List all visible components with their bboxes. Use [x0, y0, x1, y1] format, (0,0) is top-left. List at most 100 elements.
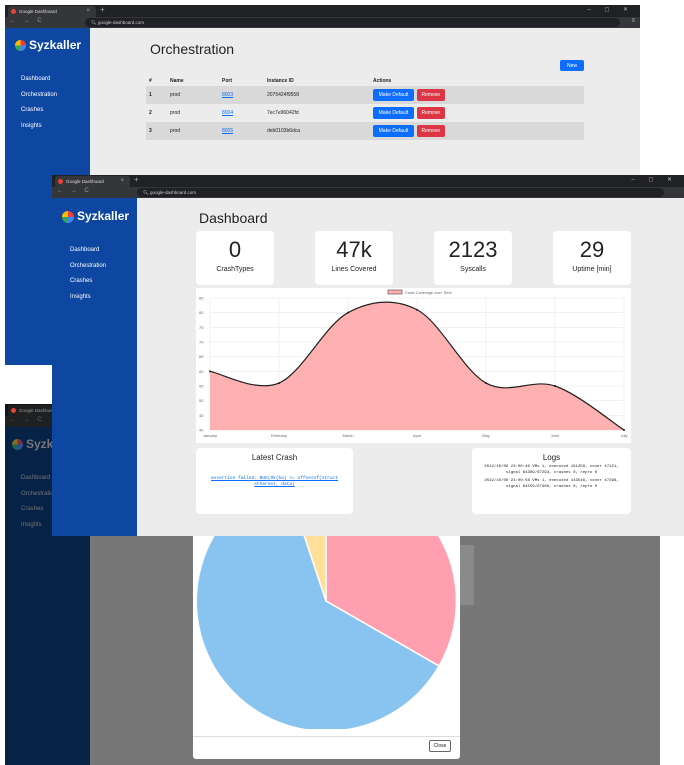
url-text: google-dashboard.com — [97, 20, 144, 25]
x-tick-label: May — [482, 433, 490, 438]
google-logo-icon — [15, 40, 26, 52]
stat-card-uptime: 29 Uptime [min] — [553, 231, 631, 285]
sidebar: Syzkaller Dashboard Orchestration Crashe… — [52, 198, 137, 536]
sidebar-item-insights[interactable]: Insights — [21, 119, 90, 135]
latest-crash-title: Latest Crash — [251, 453, 298, 462]
remove-button[interactable]: Remove — [416, 89, 445, 101]
row-name: prod — [170, 92, 181, 98]
col-name: Name — [170, 78, 184, 84]
url-field[interactable]: 🔍︎ google-dashboard.com — [85, 18, 620, 27]
y-tick-label: 80 — [199, 310, 204, 315]
close-button[interactable]: Close — [429, 740, 451, 752]
new-button[interactable]: New — [560, 60, 584, 71]
nav-buttons[interactable]: ← → C — [10, 18, 45, 24]
browser-window-dashboard: Google Dashboard × + – ◻ ✕ ← → C 🔍︎ googl… — [52, 175, 684, 536]
make-default-button[interactable]: Make Default — [373, 125, 414, 137]
close-tab-icon[interactable]: × — [120, 178, 124, 184]
logs-card: Logs 2022/10/06 23:00:46 VMs 1, executed… — [472, 448, 631, 514]
dashboard-content: Dashboard 0 CrashTypes 47k Lines Covered… — [137, 198, 684, 536]
url-field[interactable]: 🔍︎ google-dashboard.com — [137, 188, 664, 197]
data-point[interactable] — [623, 429, 625, 431]
nav-buttons[interactable]: ← → C — [10, 417, 45, 423]
stat-label: CrashTypes — [216, 266, 254, 273]
x-tick-label: January — [203, 433, 217, 438]
menu-icon[interactable]: ≡ — [631, 18, 635, 24]
new-tab-icon[interactable]: + — [100, 5, 105, 14]
stat-label: Syscalls — [460, 266, 486, 273]
stat-card-lines-covered: 47k Lines Covered — [315, 231, 393, 285]
search-icon: 🔍︎ — [91, 20, 98, 25]
y-tick-label: 55 — [199, 384, 204, 389]
stat-label: Uptime [min] — [572, 266, 612, 273]
legend-label: Code Coverage over Time — [405, 290, 452, 295]
data-point[interactable] — [209, 370, 211, 373]
y-tick-label: 70 — [199, 340, 204, 345]
latest-crash-link[interactable]: assertion failed: BUG(Ok(ba) >= offsetof… — [206, 476, 343, 488]
favicon-icon — [11, 9, 16, 14]
modal-footer-divider — [193, 736, 460, 737]
y-tick-label: 85 — [199, 296, 204, 301]
crash-pie-chart — [195, 514, 458, 729]
stat-card-syscalls: 2123 Syscalls — [434, 231, 512, 285]
remove-button[interactable]: Remove — [416, 107, 445, 119]
stat-value: 2123 — [448, 237, 498, 262]
col-actions: Actions — [373, 78, 392, 84]
url-text: google-dashboard.com — [149, 190, 196, 195]
stat-value: 0 — [228, 237, 242, 262]
window-controls[interactable]: – ◻ ✕ — [631, 176, 678, 183]
logs-title: Logs — [542, 453, 561, 462]
brand-name: Syzkaller — [29, 38, 82, 52]
coverage-chart: Code Coverage over Time 85 80 75 70 65 60 55 50 4… — [199, 289, 628, 438]
nav-buttons[interactable]: ← → C — [57, 188, 92, 194]
browser-tab[interactable]: Google Dashboard × — [8, 6, 96, 17]
new-tab-icon[interactable]: + — [134, 175, 139, 184]
y-tick-label: 75 — [199, 325, 204, 330]
legend-swatch — [387, 289, 403, 295]
sidebar-item-crashes[interactable]: Crashes — [70, 274, 137, 290]
data-point[interactable] — [554, 385, 556, 387]
data-point[interactable] — [485, 382, 487, 385]
data-point[interactable] — [278, 382, 280, 385]
stat-card-crashtypes: 0 CrashTypes — [196, 231, 274, 285]
col-port: Port — [222, 78, 232, 84]
brand-name: Syzk — [26, 437, 54, 451]
row-num: 1 — [149, 92, 152, 98]
window-controls[interactable]: – ◻ ✕ — [587, 6, 634, 13]
instances-table: # Name Port Instance ID Actions 1 prod 8… — [146, 76, 584, 140]
port-link[interactable]: 8003 — [222, 86, 267, 104]
brand[interactable]: Syzkaller — [15, 38, 90, 52]
make-default-button[interactable]: Make Default — [373, 107, 414, 119]
x-tick-label: March — [342, 433, 353, 438]
row-name: prod — [170, 110, 181, 116]
page-title: Dashboard — [199, 210, 268, 226]
stat-value: 47k — [336, 237, 372, 262]
table-row: 1 prod 8003 2075424f9558 Make Default Re… — [146, 86, 584, 104]
port-link[interactable]: 8005 — [222, 122, 267, 140]
table-row: 3 prod 8005 deb0103b6dca Make Default Re… — [146, 122, 584, 140]
sidebar-item-crashes[interactable]: Crashes — [21, 103, 90, 119]
row-num: 3 — [149, 128, 152, 134]
instance-id: 7ec7e96042fd — [267, 110, 299, 116]
coverage-area — [210, 302, 624, 430]
data-point[interactable] — [416, 308, 418, 311]
brand[interactable]: Syzkaller — [62, 209, 137, 223]
sidebar-item-dashboard[interactable]: Dashboard — [70, 243, 137, 259]
browser-tab[interactable]: Google Dashboard × — [55, 176, 130, 187]
sidebar-item-orchestration[interactable]: Orchestration — [21, 88, 90, 104]
close-tab-icon[interactable]: × — [86, 8, 90, 14]
sidebar-item-dashboard[interactable]: Dashboard — [21, 72, 90, 88]
y-tick-label: 40 — [199, 428, 204, 433]
google-logo-icon — [62, 210, 74, 223]
address-bar: ← → C 🔍︎ google-dashboard.com — [52, 187, 684, 198]
sidebar-item-orchestration[interactable]: Orchestration — [70, 259, 137, 275]
sidebar-item-insights[interactable]: Insights — [70, 290, 137, 306]
google-logo-icon — [12, 439, 23, 451]
log-entry: 2022/10/06 23:00:46 VMs 1, executed 1912… — [484, 465, 619, 475]
col-num: # — [149, 78, 152, 84]
port-link[interactable]: 8004 — [222, 104, 267, 122]
make-default-button[interactable]: Make Default — [373, 89, 414, 101]
x-tick-label: June — [551, 433, 560, 438]
remove-button[interactable]: Remove — [416, 125, 445, 137]
data-point[interactable] — [347, 311, 349, 314]
y-tick-label: 45 — [199, 413, 204, 418]
